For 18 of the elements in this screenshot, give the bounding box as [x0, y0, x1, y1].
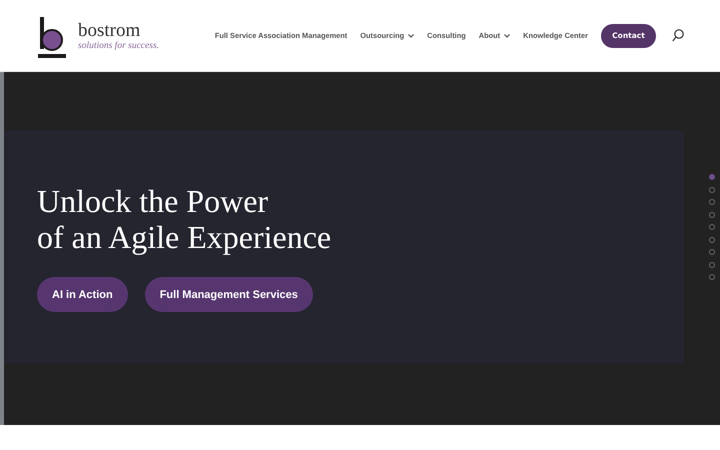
logo-icon [38, 16, 66, 58]
slide-dot[interactable] [709, 236, 715, 242]
hero-title: Unlock the Power of an Agile Experience [37, 183, 332, 255]
slide-dot[interactable] [709, 174, 715, 180]
slide-dot[interactable] [709, 212, 715, 218]
logo-name: bostrom [78, 20, 142, 40]
search-icon[interactable] [672, 29, 684, 42]
slide-dot[interactable] [709, 262, 715, 268]
hero-button[interactable]: Full Management Services [144, 277, 313, 312]
chevron-icon [504, 34, 510, 38]
slide-dot[interactable] [709, 199, 715, 205]
slide-dot[interactable] [709, 224, 715, 230]
chevron-icon [408, 34, 414, 38]
logo-tagline: solutions for success. [78, 40, 160, 52]
slide-dot[interactable] [709, 186, 715, 192]
slide-dot[interactable] [709, 249, 715, 255]
slide-dot[interactable] [709, 274, 715, 280]
hero-button[interactable]: AI in Action [37, 277, 128, 312]
